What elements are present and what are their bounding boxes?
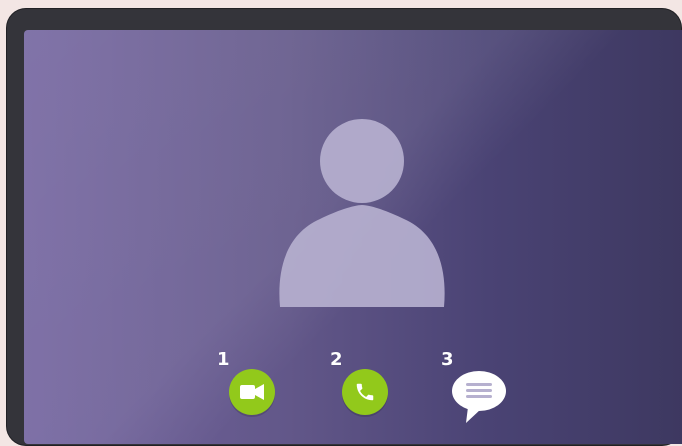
phone-icon — [356, 383, 374, 401]
voice-call-control: 2 — [330, 351, 410, 441]
video-call-number: 1 — [217, 349, 230, 370]
message-control: 3 — [441, 351, 521, 441]
voice-call-number: 2 — [330, 349, 343, 370]
voice-call-button[interactable] — [342, 369, 388, 415]
message-number: 3 — [441, 349, 454, 370]
message-button[interactable] — [450, 369, 508, 423]
user-silhouette-icon — [279, 119, 445, 307]
video-call-button[interactable] — [229, 369, 275, 415]
video-call-control: 1 — [217, 351, 297, 441]
device-frame: 1 2 3 — [6, 8, 682, 446]
contact-avatar — [262, 103, 462, 307]
chat-bubble-icon — [452, 371, 506, 423]
call-screen: 1 2 3 — [24, 30, 682, 444]
video-camera-icon — [240, 384, 264, 400]
